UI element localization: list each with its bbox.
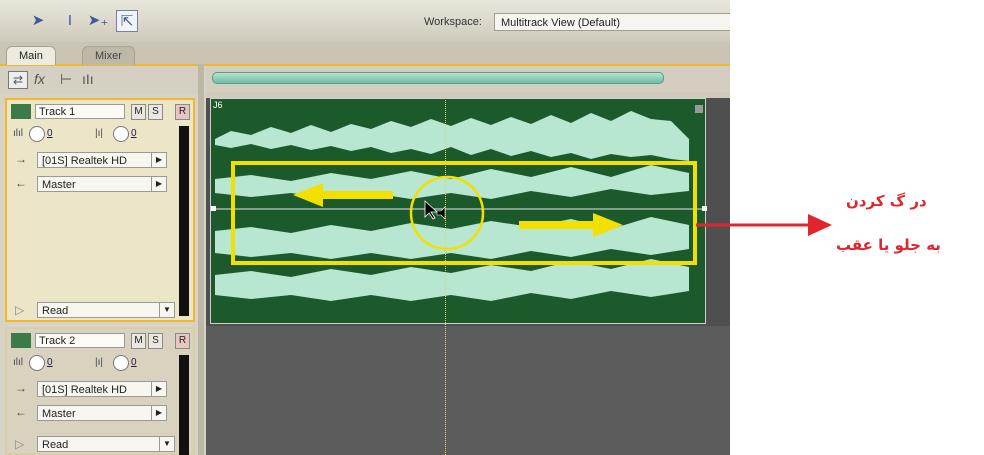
- eq-icon[interactable]: ıIı: [82, 71, 94, 87]
- input-arrow-icon: →: [15, 152, 27, 166]
- move-tool-icon[interactable]: ➤: [28, 10, 48, 30]
- record-button[interactable]: R: [175, 104, 190, 120]
- upper-waveform-shape: [215, 111, 689, 161]
- output-select-value: Master: [42, 408, 76, 420]
- clip-left-handle[interactable]: [211, 206, 216, 211]
- lower-waveform-shape: [215, 259, 689, 301]
- volume-knob[interactable]: [29, 355, 45, 371]
- tab-bar: Main Mixer: [0, 42, 730, 66]
- track-grip-icon[interactable]: [11, 104, 31, 119]
- output-arrow-icon: ←: [15, 405, 27, 419]
- record-button[interactable]: R: [175, 333, 190, 349]
- audio-clip[interactable]: J6: [210, 98, 707, 324]
- dropdown-arrow-icon[interactable]: ▶: [151, 406, 166, 420]
- playhead-line[interactable]: [445, 98, 446, 455]
- hybrid-tool-icon[interactable]: ⇱: [116, 10, 138, 32]
- pan-icon: |ı|: [95, 128, 103, 139]
- input-select[interactable]: [01S] Realtek HD ▶: [37, 381, 167, 397]
- input-select-value: [01S] Realtek HD: [42, 155, 127, 167]
- multitrack-editor-window: ➤ I ➤₊ ⇱ Workspace: Multitrack View (Def…: [0, 0, 730, 455]
- tab-mixer[interactable]: Mixer: [82, 46, 135, 65]
- output-select[interactable]: Master ▶: [37, 176, 167, 192]
- annotation-arrow: [696, 214, 832, 236]
- annotation-line-1: در گ کردن: [846, 192, 927, 210]
- automation-mode-select[interactable]: Read ▼: [37, 302, 175, 318]
- mute-button[interactable]: M: [131, 333, 146, 349]
- time-selection-tool-icon[interactable]: I: [60, 10, 80, 30]
- track-grip-icon[interactable]: [11, 333, 31, 348]
- track-1-panel[interactable]: Track 1 M S R ılıl 0 |ı| 0 → [01S] Realt…: [5, 98, 195, 322]
- pan-knob[interactable]: [113, 126, 129, 142]
- zoom-scrollbar[interactable]: [212, 72, 664, 84]
- automation-mode-value: Read: [42, 439, 69, 451]
- input-select-value: [01S] Realtek HD: [42, 384, 127, 396]
- input-arrow-icon: →: [15, 381, 27, 395]
- solo-button[interactable]: S: [148, 333, 163, 349]
- workspace-label: Workspace:: [424, 16, 482, 28]
- upper-waveform-lower-half: [215, 165, 689, 199]
- pointer-cursor-icon: [424, 200, 439, 220]
- overview-bar: [206, 66, 730, 92]
- input-select[interactable]: [01S] Realtek HD ▶: [37, 152, 167, 168]
- output-select-value: Master: [42, 179, 76, 191]
- mute-button[interactable]: M: [131, 104, 146, 120]
- pan-value[interactable]: 0: [131, 357, 137, 368]
- annotation-line-2: به جلو یا عقب: [836, 236, 941, 254]
- output-arrow-icon: ←: [15, 176, 27, 190]
- input-output-icon[interactable]: ⇄: [8, 71, 28, 89]
- level-meter: [179, 126, 189, 316]
- sends-icon[interactable]: ⊢: [60, 71, 72, 88]
- pan-icon: |ı|: [95, 357, 103, 368]
- volume-value[interactable]: 0: [47, 357, 53, 368]
- dropdown-arrow-icon[interactable]: ▶: [151, 382, 166, 396]
- solo-button[interactable]: S: [148, 104, 163, 120]
- volume-knob[interactable]: [29, 126, 45, 142]
- dropdown-arrow-icon[interactable]: ▼: [159, 303, 174, 317]
- track-1-lane[interactable]: J6: [206, 98, 730, 326]
- effects-icon[interactable]: fx: [34, 71, 45, 87]
- track-name-field[interactable]: Track 2: [35, 333, 125, 348]
- track-timeline-area[interactable]: J6: [206, 98, 730, 455]
- automation-mode-select[interactable]: Read ▼: [37, 436, 175, 452]
- panel-divider[interactable]: [198, 64, 204, 455]
- annotation-arrow-head: [808, 214, 832, 236]
- clip-lock-icon[interactable]: [695, 105, 703, 113]
- dropdown-arrow-icon[interactable]: ▶: [151, 153, 166, 167]
- output-select[interactable]: Master ▶: [37, 405, 167, 421]
- waveform: [211, 105, 707, 301]
- track-2-panel[interactable]: Track 2 M S R ılıl 0 |ı| 0 → [01S] Realt…: [5, 327, 195, 455]
- expand-icon[interactable]: ▷: [15, 303, 24, 317]
- dropdown-arrow-icon[interactable]: ▼: [159, 437, 174, 451]
- pan-knob[interactable]: [113, 355, 129, 371]
- volume-pan-row: ılıl 0 |ı| 0: [13, 125, 173, 143]
- track-controls-toolbar: ⇄ fx ⊢ ıIı: [0, 66, 200, 94]
- pan-value[interactable]: 0: [131, 128, 137, 139]
- track-name-field[interactable]: Track 1: [35, 104, 125, 119]
- volume-icon: ılıl: [13, 128, 23, 139]
- automation-mode-value: Read: [42, 305, 69, 317]
- volume-pan-row: ılıl 0 |ı| 0: [13, 354, 173, 372]
- volume-icon: ılıl: [13, 357, 23, 368]
- level-meter: [179, 355, 189, 455]
- volume-value[interactable]: 0: [47, 128, 53, 139]
- workspace-select[interactable]: Multitrack View (Default): [494, 13, 730, 31]
- move-copy-clip-tool-icon[interactable]: ➤₊: [88, 10, 109, 30]
- toolbar: ➤ I ➤₊ ⇱ Workspace: Multitrack View (Def…: [0, 0, 730, 43]
- tab-main[interactable]: Main: [6, 46, 56, 65]
- dropdown-arrow-icon[interactable]: ▶: [151, 177, 166, 191]
- expand-icon[interactable]: ▷: [15, 437, 24, 451]
